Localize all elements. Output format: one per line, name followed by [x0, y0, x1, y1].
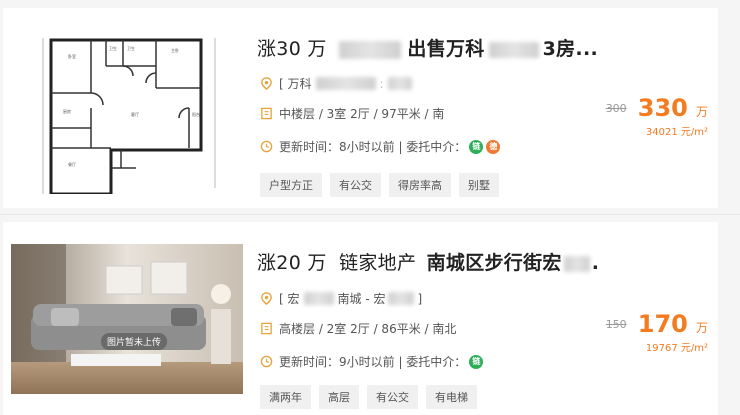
update-text: 更新时间：8小时以前 | 委托中介： [279, 140, 467, 154]
living-room-photo [11, 244, 243, 394]
svg-text:阳台: 阳台 [192, 111, 200, 117]
clock-icon [260, 355, 273, 368]
house-info-text: 高楼层 / 2室 2厅 / 86平米 / 南北 [279, 322, 457, 336]
location-text: [ 万科 [279, 77, 312, 91]
agent-badge-other[interactable]: 德 [486, 139, 501, 154]
price-block: 150 170 万 19767 元/m² [606, 310, 708, 354]
listing-card[interactable]: 图片暂未上传 涨20 万 链家地产 南城区步行街宏. [ 宏 南城 - 宏 ] … [3, 222, 718, 415]
blurred-text [387, 77, 412, 90]
old-price: 300 [605, 102, 627, 115]
room-photo[interactable]: 图片暂未上传 [11, 244, 243, 394]
unit-price: 19767 元/m² [645, 343, 708, 354]
tag: 得房率高 [389, 173, 451, 197]
house-info-text: 中楼层 / 3室 2厅 / 97平米 / 南 [279, 107, 445, 121]
agent-badge-lianjia[interactable]: 链 [469, 139, 484, 154]
listing-card[interactable]: 卧室 卫生 卫生 主卧 厨房 客厅 阳台 餐厅 涨30 万 出售万科 3房... … [3, 8, 718, 208]
price-block: 300 330 万 34021 元/m² [606, 94, 708, 138]
listing-title[interactable]: 涨20 万 链家地产 南城区步行街宏. [257, 248, 599, 275]
blurred-text [303, 292, 334, 305]
price-rise: 涨20 万 [257, 252, 327, 274]
image-placeholder-label: 图片暂未上传 [101, 333, 168, 350]
clock-icon [260, 140, 273, 153]
agency-name: 链家地产 [339, 252, 417, 274]
svg-text:厨房: 厨房 [63, 108, 71, 114]
blurred-text [563, 255, 590, 272]
location-text: [ 宏 [279, 292, 300, 306]
blurred-text [488, 41, 539, 58]
blurred-text [315, 77, 376, 90]
listing-location[interactable]: [ 宏 南城 - 宏 ] [260, 290, 422, 307]
agent-badge-lianjia[interactable]: 链 [469, 354, 484, 369]
price-rise: 涨30 万 [257, 38, 327, 60]
unit-price: 34021 元/m² [645, 127, 708, 138]
blurred-text [339, 40, 402, 59]
building-icon [261, 322, 272, 335]
listing-title[interactable]: 涨30 万 出售万科 3房... [257, 34, 598, 61]
tag: 高层 [319, 385, 359, 409]
svg-text:卫生: 卫生 [109, 45, 117, 51]
tag-list: 满两年 高层 有公交 有电梯 [260, 385, 485, 409]
tag: 别墅 [459, 173, 499, 197]
tag: 有公交 [330, 173, 381, 197]
location-district: 南城 - 宏 [337, 292, 386, 306]
tag-list: 户型方正 有公交 得房率高 别墅 [260, 173, 507, 197]
floorplan-drawing: 卧室 卫生 卫生 主卧 厨房 客厅 阳台 餐厅 [42, 38, 216, 196]
listing-update: 更新时间：8小时以前 | 委托中介： 链 德 [260, 138, 501, 155]
location-pin-icon [261, 292, 272, 305]
svg-text:餐厅: 餐厅 [68, 161, 76, 167]
tag: 满两年 [260, 385, 311, 409]
blurred-text [388, 292, 415, 305]
listing-info: 高楼层 / 2室 2厅 / 86平米 / 南北 [260, 320, 456, 337]
listing-update: 更新时间：9小时以前 | 委托中介： 链 [260, 353, 484, 370]
listing-info: 中楼层 / 3室 2厅 / 97平米 / 南 [260, 105, 444, 122]
tag: 有公交 [367, 385, 418, 409]
divider [0, 214, 740, 215]
building-icon [261, 107, 272, 120]
svg-text:客厅: 客厅 [131, 111, 139, 117]
total-price: 330 [637, 94, 688, 122]
tag: 有电梯 [426, 385, 477, 409]
price-unit: 万 [695, 105, 708, 119]
old-price: 150 [605, 318, 627, 331]
price-unit: 万 [695, 321, 708, 335]
tag: 户型方正 [260, 173, 322, 197]
svg-text:卫生: 卫生 [127, 45, 135, 51]
listing-name: 南城区步行街宏 [426, 252, 562, 274]
location-pin-icon [261, 77, 272, 90]
listing-name: 出售万科 [407, 38, 485, 60]
total-price: 170 [637, 310, 688, 338]
listing-location[interactable]: [ 万科 : [260, 75, 412, 92]
svg-text:卧室: 卧室 [68, 53, 76, 59]
floorplan-image[interactable]: 卧室 卫生 卫生 主卧 厨房 客厅 阳台 餐厅 [11, 18, 243, 196]
update-text: 更新时间：9小时以前 | 委托中介： [279, 355, 467, 369]
svg-text:主卧: 主卧 [171, 47, 179, 53]
